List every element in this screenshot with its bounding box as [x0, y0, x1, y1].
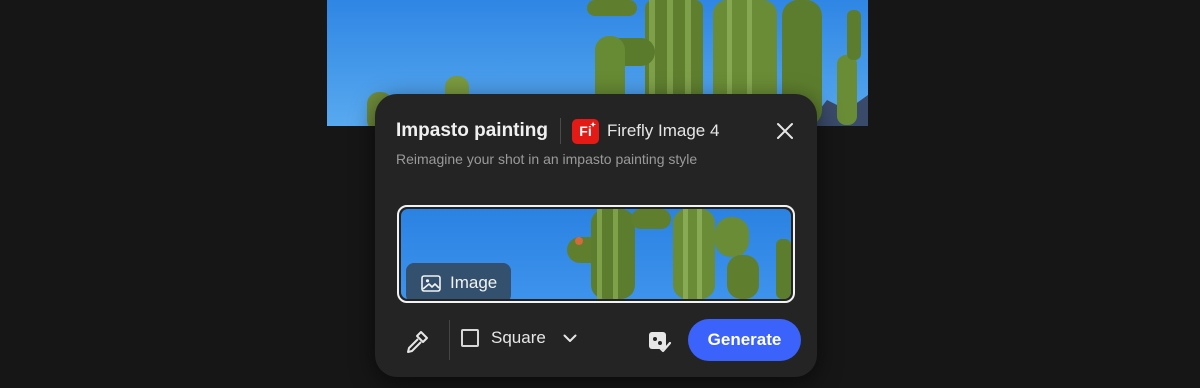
eyedropper-icon [407, 331, 428, 353]
effect-panel: Impasto painting Fi ✦ Firefly Image 4 Re… [375, 94, 817, 377]
aspect-ratio-dropdown[interactable]: Square [461, 328, 577, 348]
panel-title: Impasto painting [396, 120, 548, 141]
model-name: Firefly Image 4 [607, 121, 720, 140]
content-credentials-icon [649, 332, 672, 353]
reference-image-box[interactable]: Image [397, 205, 795, 303]
aspect-ratio-label: Square [491, 328, 546, 347]
image-chip-label: Image [450, 273, 498, 292]
close-button[interactable] [775, 121, 795, 141]
image-icon [421, 274, 441, 292]
content-credentials-button[interactable] [646, 329, 672, 355]
bottom-toolbar: Square Generate [375, 316, 817, 362]
header-divider [560, 118, 561, 144]
firefly-logo-icon: Fi ✦ [572, 118, 599, 144]
close-icon [777, 123, 793, 139]
image-chip-button[interactable]: Image [406, 263, 511, 299]
reference-image: Image [401, 209, 791, 299]
panel-header: Impasto painting Fi ✦ Firefly Image 4 [396, 118, 719, 144]
panel-subtitle: Reimagine your shot in an impasto painti… [396, 151, 698, 167]
generate-button[interactable]: Generate [688, 319, 801, 361]
chevron-down-icon [563, 334, 577, 343]
toolbar-divider [449, 320, 450, 360]
sparkle-icon: ✦ [590, 121, 596, 129]
square-icon [461, 329, 479, 347]
eyedropper-button[interactable] [404, 329, 430, 355]
